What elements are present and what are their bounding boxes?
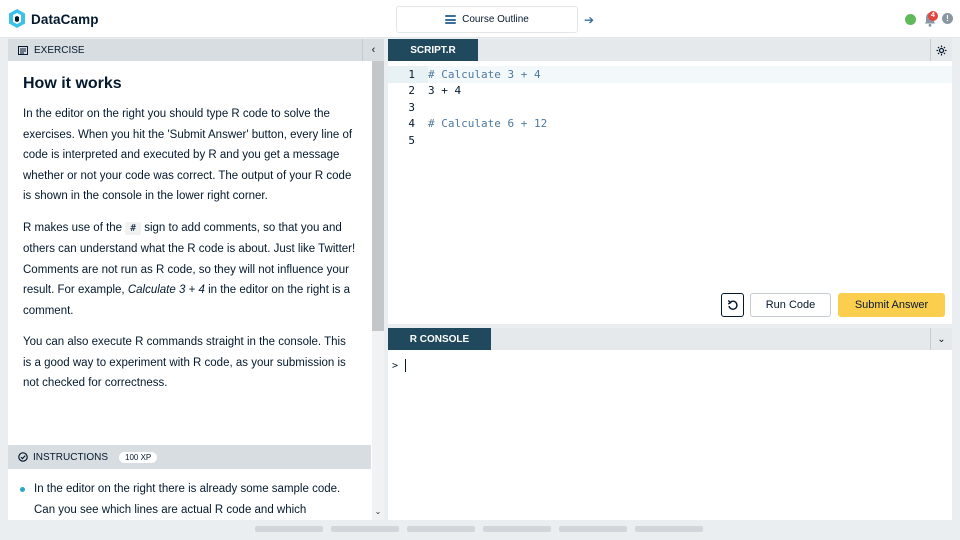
scroll-down-arrow-icon[interactable]: ⌄: [372, 506, 384, 518]
code-editor[interactable]: 1 # Calculate 3 + 4 2 3 + 4 3 4 # Calcul…: [388, 66, 952, 156]
exercise-paragraph: In the editor on the right you should ty…: [23, 108, 353, 202]
reset-button[interactable]: [721, 293, 744, 317]
exercise-header-label: EXERCISE: [34, 44, 85, 56]
tab-script-r[interactable]: SCRIPT.R: [388, 39, 478, 61]
instructions-header: INSTRUCTIONS 100 XP: [8, 445, 371, 469]
status-indicator-icon: [905, 14, 916, 25]
instructions-header-label: INSTRUCTIONS: [33, 451, 108, 463]
scrollbar-thumb[interactable]: [372, 61, 384, 331]
instructions-content: In the editor on the right there is alre…: [8, 469, 371, 520]
menu-icon: [445, 15, 457, 24]
tab-r-console[interactable]: R CONSOLE: [388, 328, 491, 350]
line-number: 3: [408, 100, 415, 114]
exercise-paragraph: R makes use of the # sign to add comment…: [23, 218, 356, 322]
progress-segment[interactable]: [331, 526, 399, 532]
course-outline-label: Course Outline: [462, 14, 529, 25]
paragraph-text: R makes use of the: [23, 221, 126, 234]
code-line[interactable]: 1 # Calculate 3 + 4: [388, 66, 952, 83]
code-text: # Calculate 3 + 4: [428, 67, 541, 81]
line-number: 5: [408, 133, 415, 147]
app-name: DataCamp: [31, 11, 99, 27]
exercise-header: EXERCISE: [8, 39, 384, 61]
code-text: # Calculate 6 + 12: [428, 117, 548, 131]
code-text: 3 + 4: [428, 84, 462, 98]
exercise-title: How it works: [23, 75, 122, 92]
code-line[interactable]: 2 3 + 4: [388, 83, 952, 100]
instruction-text: In the editor on the right there is alre…: [34, 483, 341, 516]
collapse-pane-button[interactable]: ‹: [362, 39, 384, 61]
bullet-icon: [20, 487, 25, 492]
xp-badge: 100 XP: [119, 451, 158, 463]
exercise-content: How it works In the editor on the right …: [8, 61, 371, 445]
exercise-icon: [18, 45, 28, 55]
r-console-pane: R CONSOLE ⌄ >: [388, 328, 952, 520]
paragraph-italic: Calculate 3 + 4: [127, 284, 205, 296]
console-input[interactable]: >: [388, 350, 952, 520]
datacamp-logo-icon: [9, 9, 25, 28]
course-outline-button[interactable]: Course Outline: [396, 6, 578, 33]
editor-settings-button[interactable]: [930, 39, 952, 61]
code-line[interactable]: 3: [388, 99, 952, 116]
alert-icon[interactable]: !: [942, 13, 953, 24]
progress-segment[interactable]: [559, 526, 627, 532]
run-code-button[interactable]: Run Code: [750, 293, 831, 317]
submit-answer-button[interactable]: Submit Answer: [838, 293, 945, 317]
code-line[interactable]: 4 # Calculate 6 + 12: [388, 116, 952, 133]
next-exercise-arrow-icon[interactable]: ➔: [578, 6, 600, 33]
chevron-down-icon: ⌄: [937, 333, 946, 345]
exercise-pane: EXERCISE ‹ How it works In the editor on…: [8, 39, 384, 520]
exercise-progress: [255, 526, 703, 532]
line-number: 1: [408, 67, 415, 81]
collapse-console-button[interactable]: ⌄: [930, 328, 952, 350]
line-number: 4: [408, 117, 415, 131]
progress-segment[interactable]: [635, 526, 703, 532]
script-editor-pane: SCRIPT.R 1 # Calculate 3 + 4 2 3 + 4 3 4…: [388, 39, 952, 324]
check-circle-icon: [18, 452, 28, 462]
settings-icon: [936, 45, 947, 55]
exercise-paragraph: You can also execute R commands straight…: [23, 336, 346, 389]
line-number: 2: [408, 84, 415, 98]
text-cursor: [405, 359, 407, 372]
code-line[interactable]: 5: [388, 132, 952, 149]
chevron-left-icon: ‹: [371, 44, 376, 56]
reset-icon: [727, 299, 738, 310]
instruction-item: In the editor on the right there is alre…: [20, 479, 361, 520]
script-tabbar: SCRIPT.R: [388, 39, 952, 61]
top-bar: DataCamp Course Outline ➔ 4 !: [0, 0, 960, 38]
progress-segment[interactable]: [255, 526, 323, 532]
logo[interactable]: DataCamp: [8, 9, 99, 29]
progress-segment[interactable]: [483, 526, 551, 532]
notification-badge: 4: [928, 11, 938, 21]
progress-segment[interactable]: [407, 526, 475, 532]
console-prompt: >: [392, 360, 399, 372]
inline-code: #: [125, 221, 142, 235]
console-tabbar: R CONSOLE ⌄: [388, 328, 952, 350]
